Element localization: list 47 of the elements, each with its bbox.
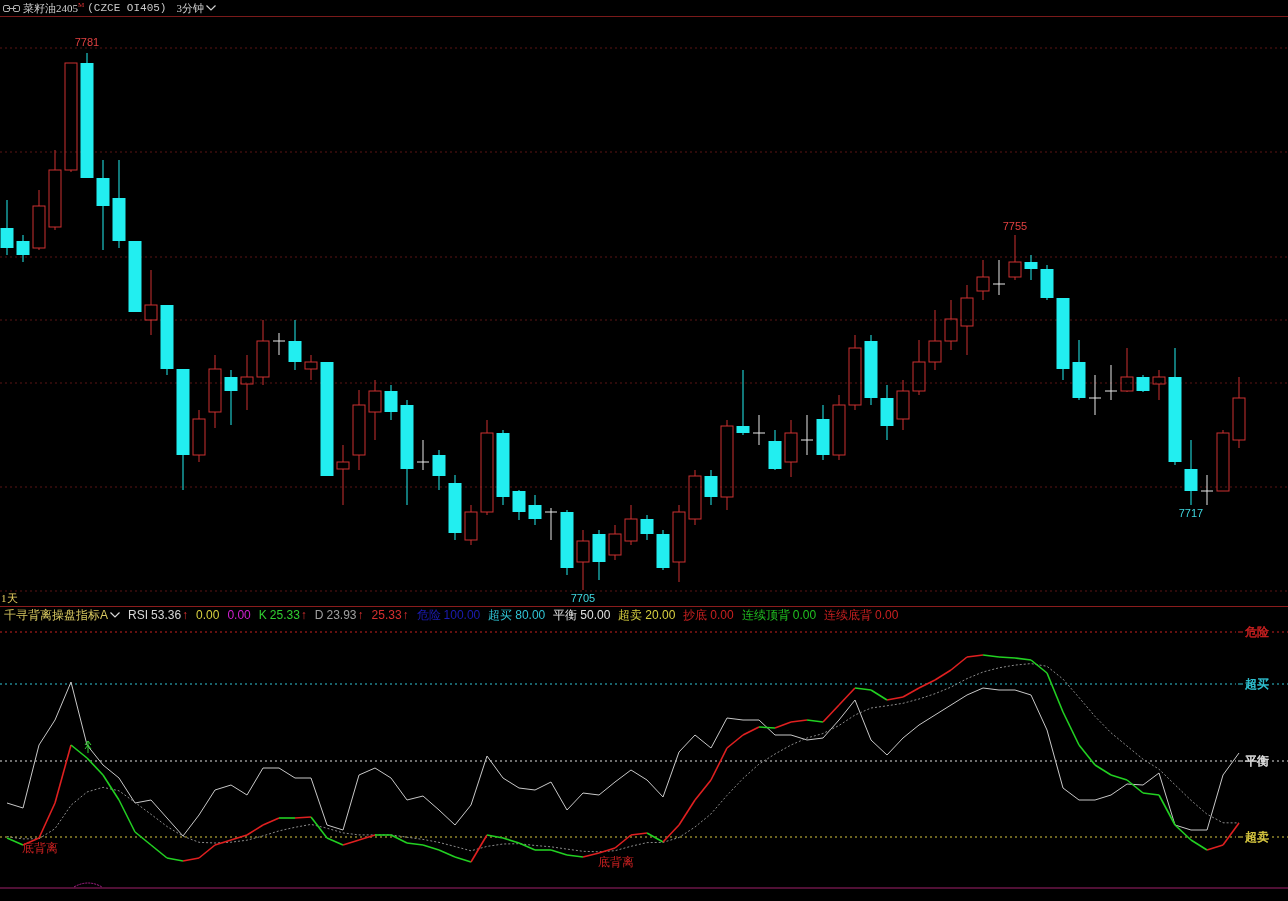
legend-value: 25.33 [269,608,300,622]
legend-label: K [258,608,267,622]
range-label: 1天 [1,592,18,604]
level-label: 超卖 [1245,830,1269,844]
trend-arrow: ↑ [182,608,189,622]
trend-arrow: ↑ [357,608,364,622]
link-icon[interactable] [3,4,20,12]
legend-label: 超卖 [618,608,643,622]
legend-value: 80.00 [515,608,546,622]
legend-label: 超买 [488,608,513,622]
arrow-up-icon [84,740,92,754]
arc-icon [73,882,103,888]
legend-value: 0.00 [227,608,251,622]
low-price-label: 7705 [570,592,596,604]
divergence-label: 底背离 [598,855,634,869]
legend-value: 53.36 [151,608,182,622]
period-dropdown[interactable]: 3分钟 [175,1,217,15]
legend-value: 0.00 [710,608,734,622]
legend-label: 连续顶背 [741,608,790,622]
legend-value: 50.00 [580,608,611,622]
level-label: 超买 [1245,677,1269,691]
legend-label: RSI [128,608,149,622]
legend-label: 平衡 [553,608,578,622]
trend-arrow: ↑ [402,608,409,622]
legend-value: 25.33 [371,608,402,622]
legend-label: 危险 [416,608,441,622]
divergence-label: 底背离 [22,841,58,855]
chevron-down-icon [205,5,216,11]
legend-label: D [314,608,324,622]
contract-code: (CZCE OI405) [87,1,167,15]
level-label: 危险 [1245,625,1269,639]
level-label: 平衡 [1245,754,1269,768]
legend-value: 20.00 [645,608,676,622]
legend-value: 0.00 [792,608,817,622]
indicator-dropdown[interactable]: 千寻背离操盘指标A [4,607,120,623]
legend-label: 连续底背 [824,608,873,622]
chevron-down-icon [110,612,120,618]
trend-arrow: ↑ [300,608,307,622]
symbol-title: 菜籽油2405$^{M}$ [23,1,85,15]
legend-value: 23.93 [326,608,357,622]
high-price-label: 7755 [1002,220,1028,232]
legend-value: 100.00 [443,608,481,622]
low-price-label: 7717 [1178,507,1204,519]
legend-value: 0.00 [875,608,899,622]
legend-value: 0.00 [196,608,220,622]
high-price-label: 7781 [74,36,100,48]
legend-label: 抄底 [683,608,708,622]
